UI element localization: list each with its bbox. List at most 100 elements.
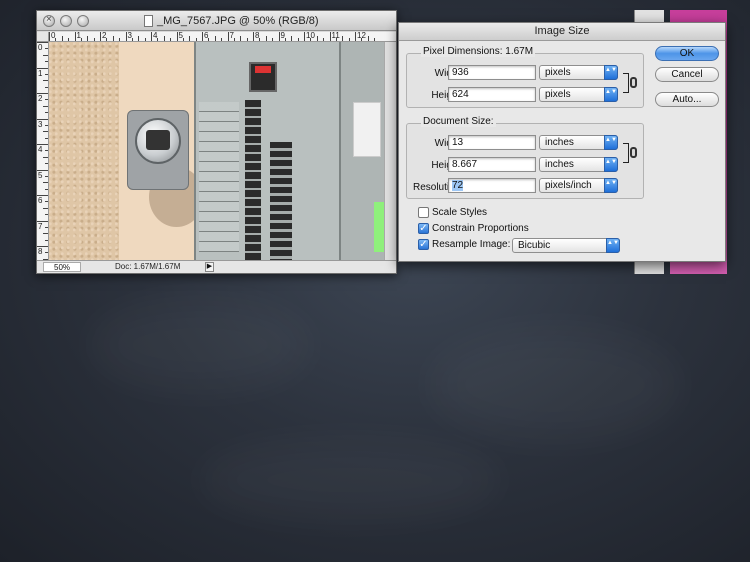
chain-link-icon xyxy=(630,77,637,88)
zoom-level-field[interactable]: 50% xyxy=(43,262,81,272)
ruler-tick xyxy=(45,163,48,165)
pixel-height-unit-value: pixels xyxy=(545,89,571,100)
doc-width-input[interactable]: 13 xyxy=(448,135,536,150)
auto-button[interactable]: Auto... xyxy=(655,92,719,107)
ruler-label: 4 xyxy=(38,145,43,154)
ruler-tick xyxy=(367,36,369,41)
ruler-tick xyxy=(43,54,48,56)
close-button[interactable]: × xyxy=(43,14,55,27)
scale-styles-checkbox[interactable] xyxy=(418,207,429,218)
constrain-proportions-checkbox[interactable]: ✓ xyxy=(418,223,429,234)
ruler-tick xyxy=(195,38,197,41)
ruler-tick xyxy=(278,32,280,41)
posted-notice xyxy=(353,102,381,157)
ruler-tick xyxy=(214,36,216,41)
cancel-button[interactable]: Cancel xyxy=(655,67,719,82)
ruler-tick xyxy=(125,32,127,41)
ruler-tick xyxy=(291,36,293,41)
ruler-tick xyxy=(144,38,146,41)
pixel-height-unit-select[interactable]: pixels ▲▼ xyxy=(539,87,618,102)
horizontal-ruler[interactable]: 0 1 2 3 4 5 6 7 8 9 10 11 12 xyxy=(49,32,396,42)
doc-height-unit-select[interactable]: inches ▲▼ xyxy=(539,157,618,172)
chalk-smudge xyxy=(200,440,500,520)
ok-button[interactable]: OK xyxy=(655,46,719,61)
ruler-tick xyxy=(202,32,203,41)
resolution-unit-select[interactable]: pixels/inch ▲▼ xyxy=(539,178,618,193)
ruler-tick xyxy=(265,36,267,41)
ruler-tick xyxy=(45,239,48,241)
ruler-label: 2 xyxy=(38,94,43,103)
ruler-tick xyxy=(329,32,331,41)
ruler-tick xyxy=(253,32,254,41)
document-size-info: Doc: 1.67M/1.67M xyxy=(115,262,181,271)
ruler-tick xyxy=(45,226,48,228)
ruler-tick xyxy=(45,99,48,101)
ruler-tick xyxy=(43,131,48,133)
pixel-dimensions-title: Pixel Dimensions: 1.67M xyxy=(421,46,536,57)
ruler-tick xyxy=(45,201,48,203)
ruler-tick xyxy=(45,175,48,177)
document-titlebar[interactable]: × _MG_7567.JPG @ 50% (RGB/8) xyxy=(37,11,396,31)
doc-width-unit-select[interactable]: inches ▲▼ xyxy=(539,135,618,150)
breaker-column xyxy=(245,100,261,262)
ruler-tick xyxy=(170,38,172,41)
ruler-tick xyxy=(355,32,356,41)
ruler-label: 10 xyxy=(306,32,315,40)
pixel-width-unit-value: pixels xyxy=(545,67,571,78)
chalk-smudge xyxy=(430,330,680,440)
ruler-tick xyxy=(43,156,48,158)
ruler-tick xyxy=(43,233,48,235)
stucco-wall xyxy=(49,42,119,262)
ruler-tick xyxy=(45,124,48,126)
ruler-label: 0 xyxy=(51,32,56,40)
ruler-label: 7 xyxy=(38,221,43,231)
ruler-tick xyxy=(80,38,82,41)
doc-width-unit-value: inches xyxy=(545,137,574,148)
resolution-value: 72 xyxy=(452,180,464,191)
pixel-dimensions-label: Pixel Dimensions: xyxy=(423,46,503,57)
minimize-button[interactable] xyxy=(60,15,72,27)
vertical-ruler[interactable]: 0 1 2 3 4 5 6 7 8 xyxy=(37,42,49,262)
pixel-width-unit-select[interactable]: pixels ▲▼ xyxy=(539,65,618,80)
ruler-label: 12 xyxy=(357,32,366,40)
ruler-origin[interactable] xyxy=(37,32,49,42)
ruler-tick xyxy=(49,32,50,41)
ruler-tick xyxy=(45,112,48,114)
resample-image-checkbox[interactable]: ✓ xyxy=(418,239,429,250)
ruler-tick xyxy=(246,38,248,41)
ruler-label: 5 xyxy=(38,170,43,180)
ruler-tick xyxy=(272,38,274,41)
panel-directory xyxy=(199,102,239,252)
ruler-tick xyxy=(45,188,48,190)
zoom-button[interactable] xyxy=(77,15,89,27)
doc-height-unit-value: inches xyxy=(545,159,574,170)
pixel-height-input[interactable]: 624 xyxy=(448,87,536,102)
ruler-tick xyxy=(208,38,210,41)
close-icon: × xyxy=(46,14,52,25)
ruler-tick xyxy=(45,61,48,63)
ruler-tick xyxy=(43,207,48,209)
pixel-width-input[interactable]: 936 xyxy=(448,65,536,80)
doc-height-input[interactable]: 8.667 xyxy=(448,157,536,172)
ruler-label: 2 xyxy=(102,32,107,40)
vertical-scrollbar[interactable] xyxy=(384,42,396,262)
status-menu-arrow-icon[interactable]: ▶ xyxy=(205,262,214,272)
document-link-bracket xyxy=(623,143,629,163)
ruler-tick xyxy=(157,38,159,41)
scale-styles-label: Scale Styles xyxy=(432,207,488,218)
image-canvas[interactable] xyxy=(49,42,386,262)
ruler-tick xyxy=(43,105,48,107)
ruler-tick xyxy=(61,36,63,41)
ruler-tick xyxy=(189,36,191,41)
ruler-tick xyxy=(87,36,89,41)
resample-method-select[interactable]: Bicubic ▲▼ xyxy=(512,238,620,253)
document-title: _MG_7567.JPG @ 50% (RGB/8) xyxy=(157,15,319,27)
document-window: × _MG_7567.JPG @ 50% (RGB/8) 01234567891… xyxy=(36,10,397,274)
chalk-smudge xyxy=(90,300,310,390)
constrain-proportions-label: Constrain Proportions xyxy=(432,223,529,234)
resolution-input[interactable]: 72 xyxy=(448,178,536,193)
ruler-tick xyxy=(221,38,223,41)
image-size-dialog: Image Size Pixel Dimensions: 1.67M Width… xyxy=(398,22,726,262)
ruler-tick xyxy=(304,32,305,41)
ruler-label: 0 xyxy=(38,43,43,52)
